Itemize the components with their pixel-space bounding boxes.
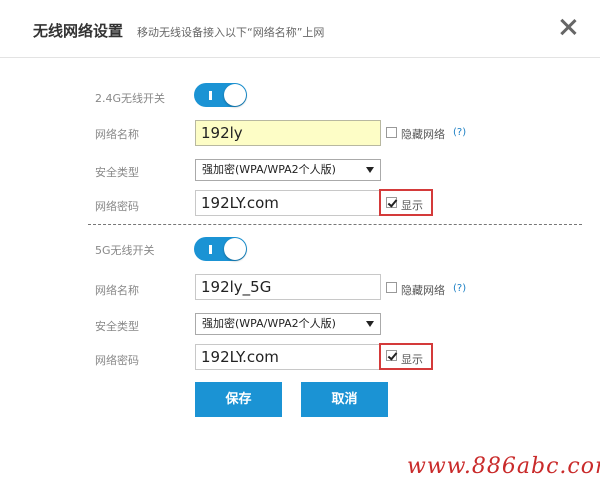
show-24g-checkbox[interactable] <box>386 197 397 208</box>
security-5g-select[interactable]: 强加密(WPA/WPA2个人版) <box>195 313 381 335</box>
hide-5g-checkbox[interactable] <box>386 282 397 293</box>
cancel-button[interactable]: 取消 <box>301 382 388 417</box>
help-5g-link[interactable]: (?) <box>453 283 466 294</box>
toggle-knob <box>224 238 246 260</box>
help-24g-link[interactable]: (?) <box>453 127 466 138</box>
dialog-header: 无线网络设置 移动无线设备接入以下“网络名称”上网 <box>0 0 600 58</box>
password-24g-label: 网络密码 <box>95 200 139 213</box>
chevron-down-icon <box>366 321 374 327</box>
ssid-5g-label: 网络名称 <box>95 284 139 297</box>
security-24g-select[interactable]: 强加密(WPA/WPA2个人版) <box>195 159 381 181</box>
section-divider <box>88 224 582 225</box>
password-24g-input[interactable]: 192LY.com <box>195 190 381 216</box>
toggle-knob <box>224 84 246 106</box>
show-5g-label: 显示 <box>401 353 423 366</box>
watermark: www.886abc.com <box>407 454 600 479</box>
toggle-on-indicator <box>209 91 212 100</box>
toggle-on-indicator <box>209 245 212 254</box>
password-5g-input[interactable]: 192LY.com <box>195 344 381 370</box>
show-24g-label: 显示 <box>401 199 423 212</box>
save-button[interactable]: 保存 <box>195 382 282 417</box>
password-5g-label: 网络密码 <box>95 354 139 367</box>
switch-24g-toggle[interactable] <box>194 83 247 107</box>
switch-5g-toggle[interactable] <box>194 237 247 261</box>
ssid-24g-input[interactable]: 192ly <box>195 120 381 146</box>
hide-5g-label: 隐藏网络 <box>401 284 445 297</box>
security-5g-value: 强加密(WPA/WPA2个人版) <box>202 317 336 330</box>
close-icon[interactable] <box>557 16 579 38</box>
hide-24g-label: 隐藏网络 <box>401 128 445 141</box>
hide-24g-checkbox[interactable] <box>386 127 397 138</box>
security-5g-label: 安全类型 <box>95 320 139 333</box>
dialog-title: 无线网络设置 <box>33 22 124 40</box>
show-5g-checkbox[interactable] <box>386 350 397 361</box>
security-24g-value: 强加密(WPA/WPA2个人版) <box>202 163 336 176</box>
chevron-down-icon <box>366 167 374 173</box>
switch-5g-label: 5G无线开关 <box>95 244 155 257</box>
dialog-subtitle: 移动无线设备接入以下“网络名称”上网 <box>137 26 325 39</box>
switch-24g-label: 2.4G无线开关 <box>95 92 166 105</box>
security-24g-label: 安全类型 <box>95 166 139 179</box>
ssid-24g-label: 网络名称 <box>95 128 139 141</box>
ssid-5g-input[interactable]: 192ly_5G <box>195 274 381 300</box>
